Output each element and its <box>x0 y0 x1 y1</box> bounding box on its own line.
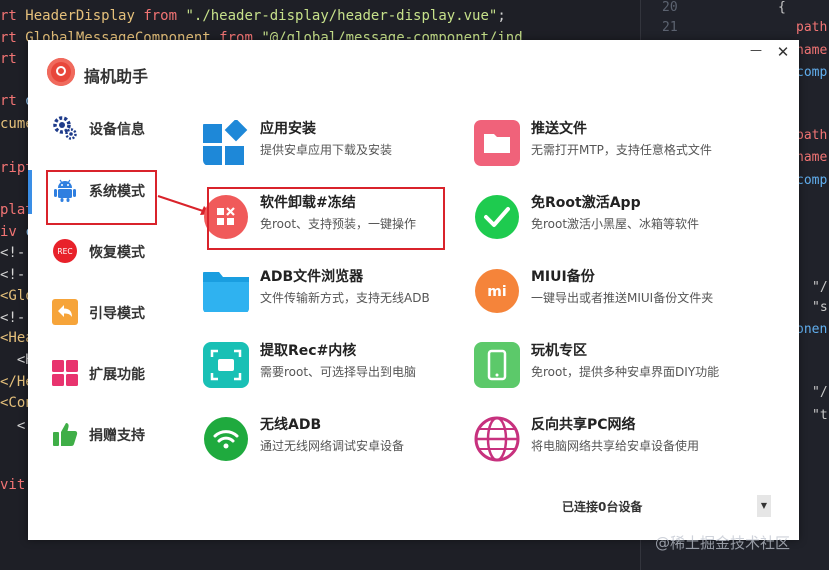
tile-title: 玩机专区 <box>531 343 587 359</box>
tile-miui-backup[interactable]: mi MIUI备份 一键导出或者推送MIUI备份文件夹 <box>474 266 734 322</box>
tile-wireless-adb[interactable]: 无线ADB 通过无线网络调试安卓设备 <box>203 414 463 470</box>
thumbs-up-icon <box>53 423 78 446</box>
tile-playground[interactable]: 玩机专区 免root，提供多种安卓界面DIY功能 <box>474 340 734 396</box>
wifi-icon <box>204 417 248 461</box>
grid-icon <box>52 360 78 386</box>
sidebar-item-device-info[interactable]: 设备信息 <box>46 105 174 153</box>
line-number: 21 <box>662 20 678 35</box>
sidebar-item-label: 恢复模式 <box>89 245 145 261</box>
tile-title: 推送文件 <box>531 121 587 137</box>
code-line: comp <box>796 65 828 80</box>
code-line: <!- <box>0 267 26 283</box>
tile-desc: 免root，提供多种安卓界面DIY功能 <box>531 365 720 379</box>
code-line: <!- <box>0 310 26 326</box>
tile-title: 免Root激活App <box>531 195 641 211</box>
tile-activate-app[interactable]: 免Root激活App 免root激活小黑屋、冰箱等软件 <box>474 192 734 248</box>
minimize-button[interactable]: — <box>746 40 766 60</box>
line-number: 20 <box>662 0 678 15</box>
sidebar-item-label: 设备信息 <box>89 122 145 138</box>
back-arrow-icon <box>52 299 78 325</box>
tile-desc: 免root激活小黑屋、冰箱等软件 <box>531 217 700 231</box>
tile-title: 应用安装 <box>260 121 316 137</box>
titlebar: 搞机助手 — ✕ <box>28 40 799 100</box>
phone-icon <box>474 342 520 388</box>
folder-push-icon <box>474 120 520 166</box>
tile-desc: 通过无线网络调试安卓设备 <box>260 439 405 453</box>
code-line: rt HeaderDisplay from "./header-display/… <box>0 8 515 24</box>
tile-push-file[interactable]: 推送文件 无需打开MTP，支持任意格式文件 <box>474 118 734 174</box>
device-connection-status: 已连接0台设备 <box>562 500 643 514</box>
tile-desc: 提供安卓应用下载及安装 <box>260 143 393 157</box>
sidebar-item-extensions[interactable]: 扩展功能 <box>46 350 174 398</box>
tile-title: ADB文件浏览器 <box>260 269 364 285</box>
sidebar-active-indicator <box>28 170 32 214</box>
code-line: < <box>0 418 26 434</box>
mi-icon: mi <box>475 269 519 313</box>
code-line: "/ <box>812 385 828 400</box>
tile-title: 反向共享PC网络 <box>531 417 636 433</box>
app-title: 搞机助手 <box>84 67 149 86</box>
sidebar-item-donate[interactable]: 捐赠支持 <box>46 411 174 459</box>
tile-adb-file-browser[interactable]: ADB文件浏览器 文件传输新方式，支持无线ADB <box>203 266 463 322</box>
code-line: onen <box>796 322 828 337</box>
extract-icon <box>203 342 249 388</box>
code-line: name <box>796 43 828 58</box>
code-line: name <box>796 150 828 165</box>
tile-extract-rec-kernel[interactable]: 提取Rec#内核 需要root、可选择导出到电脑 <box>203 340 463 396</box>
tile-app-install[interactable]: 应用安装 提供安卓应用下载及安装 <box>203 118 463 174</box>
tile-desc: 一键导出或者推送MIUI备份文件夹 <box>531 291 714 305</box>
tile-title: 无线ADB <box>260 417 322 433</box>
code-line: "/ <box>812 280 828 295</box>
check-icon <box>475 195 519 239</box>
sidebar-item-boot-mode[interactable]: 引导模式 <box>46 289 174 337</box>
globe-icon <box>474 416 520 462</box>
code-line: "s <box>812 300 828 315</box>
annotation-box-sidebar <box>46 170 157 225</box>
tile-desc: 将电脑网络共享给安卓设备使用 <box>531 439 700 453</box>
tile-desc: 无需打开MTP，支持任意格式文件 <box>531 143 712 157</box>
tile-reverse-share-network[interactable]: 反向共享PC网络 将电脑网络共享给安卓设备使用 <box>474 414 734 470</box>
app-logo-icon <box>47 58 75 86</box>
code-line: path <box>796 128 828 143</box>
tile-title: MIUI备份 <box>531 269 595 285</box>
close-button[interactable]: ✕ <box>773 42 793 62</box>
rec-icon-text: REC <box>57 247 72 256</box>
gear-icon <box>53 116 77 140</box>
sidebar-item-label: 扩展功能 <box>89 367 145 383</box>
device-dropdown-button[interactable]: ▼ <box>757 495 771 517</box>
mi-icon-text: mi <box>487 284 506 300</box>
rec-icon: REC <box>53 239 77 263</box>
code-line: comp <box>796 173 828 188</box>
code-line: <!- <box>0 245 26 261</box>
code-line: path <box>796 20 828 35</box>
app-install-icon <box>203 120 248 165</box>
sidebar-item-recovery-mode[interactable]: REC 恢复模式 <box>46 228 174 276</box>
code-line: vit <box>0 477 26 493</box>
sidebar-item-label: 捐赠支持 <box>89 428 145 444</box>
tile-desc: 需要root、可选择导出到电脑 <box>260 365 417 379</box>
code-line: { <box>778 0 786 15</box>
file-browser-icon <box>203 272 249 312</box>
annotation-box-uninstall <box>207 187 445 250</box>
watermark: @稀土掘金技术社区 <box>655 534 791 552</box>
sidebar-item-label: 引导模式 <box>89 306 145 322</box>
code-line: rt <box>0 51 26 67</box>
code-line: "t <box>812 408 828 423</box>
tile-desc: 文件传输新方式，支持无线ADB <box>260 291 430 305</box>
tile-title: 提取Rec#内核 <box>260 343 357 359</box>
app-window: 搞机助手 — ✕ 设备信息 系统模式 REC 恢复模式 引导模式 扩展功能 捐赠… <box>28 40 799 540</box>
